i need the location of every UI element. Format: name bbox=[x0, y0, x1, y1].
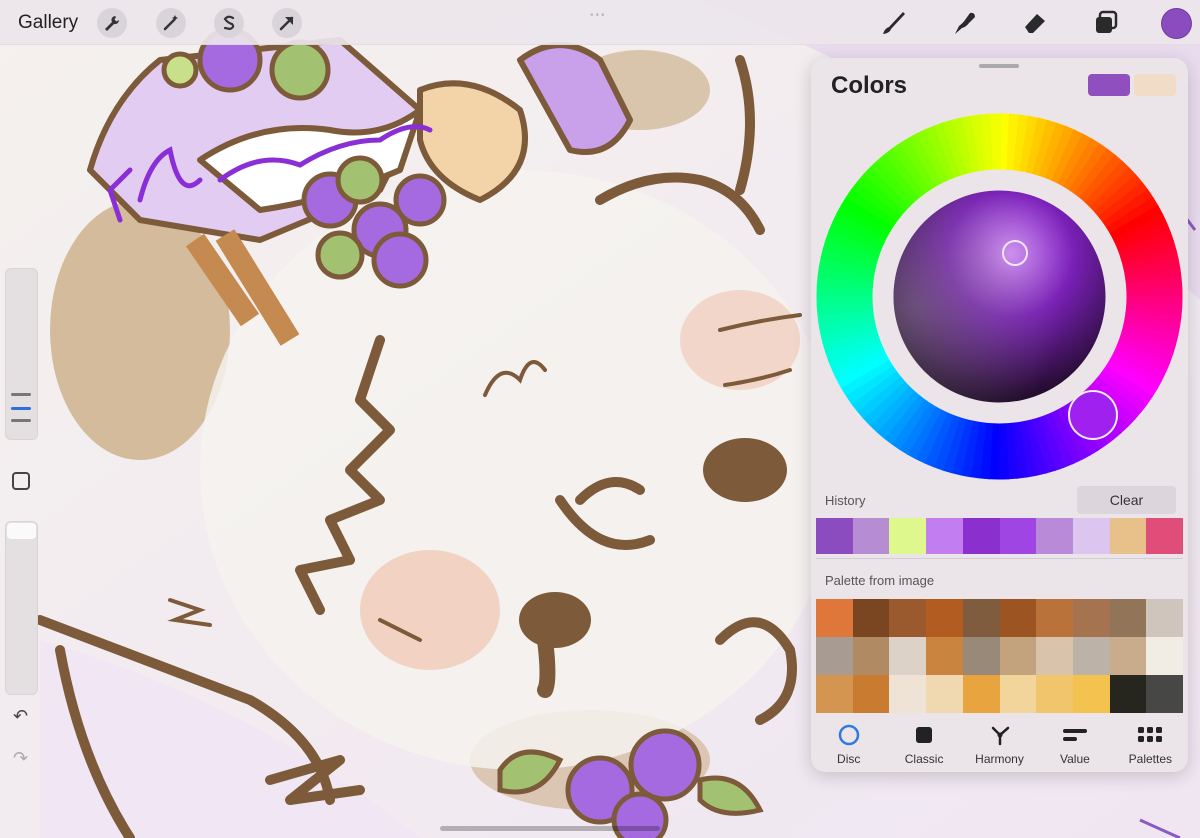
selection-icon[interactable] bbox=[214, 8, 244, 38]
palette-swatch[interactable] bbox=[1072, 599, 1110, 637]
history-swatch[interactable] bbox=[1109, 518, 1147, 554]
history-swatch[interactable] bbox=[999, 518, 1037, 554]
palette-swatch[interactable] bbox=[926, 675, 963, 713]
palette-swatch[interactable] bbox=[816, 637, 853, 675]
palette-swatch[interactable] bbox=[999, 599, 1037, 637]
gallery-button[interactable]: Gallery bbox=[18, 12, 78, 34]
history-swatch[interactable] bbox=[816, 518, 853, 554]
palette-swatch[interactable] bbox=[1072, 637, 1110, 675]
transform-arrow-icon[interactable] bbox=[272, 8, 302, 38]
history-swatch[interactable] bbox=[852, 518, 890, 554]
palette-swatch[interactable] bbox=[926, 599, 963, 637]
palette-swatch[interactable] bbox=[1109, 675, 1147, 713]
tab-disc[interactable]: Disc bbox=[811, 716, 886, 772]
palette-swatch[interactable] bbox=[852, 637, 890, 675]
palette-swatch[interactable] bbox=[889, 637, 927, 675]
palette-swatch[interactable] bbox=[962, 675, 1000, 713]
palette-swatch[interactable] bbox=[852, 599, 890, 637]
section-divider bbox=[816, 558, 1183, 559]
tab-palettes[interactable]: Palettes bbox=[1113, 716, 1188, 772]
palette-swatch[interactable] bbox=[1036, 675, 1073, 713]
tab-label: Disc bbox=[837, 752, 861, 766]
palette-swatch[interactable] bbox=[816, 599, 853, 637]
clear-history-button[interactable]: Clear bbox=[1077, 486, 1176, 514]
previous-color-swatch[interactable] bbox=[1134, 74, 1176, 96]
tab-label: Harmony bbox=[975, 752, 1024, 766]
color-disc[interactable] bbox=[816, 113, 1183, 480]
top-toolbar: Gallery ••• bbox=[0, 0, 1200, 45]
palette-swatch[interactable] bbox=[999, 675, 1037, 713]
palette-swatch[interactable] bbox=[1146, 599, 1183, 637]
palette-label: Palette from image bbox=[825, 573, 935, 588]
history-swatch[interactable] bbox=[1146, 518, 1184, 554]
palettes-grid-icon bbox=[1138, 727, 1163, 742]
tab-value[interactable]: Value bbox=[1037, 716, 1112, 772]
opacity-slider[interactable] bbox=[5, 521, 38, 695]
hue-picker-handle[interactable] bbox=[1068, 390, 1118, 440]
saturation-shade bbox=[893, 190, 1106, 403]
magic-wand-icon[interactable] bbox=[156, 8, 186, 38]
tab-label: Value bbox=[1060, 752, 1090, 766]
history-swatch[interactable] bbox=[962, 518, 1000, 554]
active-color-button[interactable] bbox=[1161, 8, 1192, 39]
palette-swatch[interactable] bbox=[1072, 675, 1110, 713]
tab-classic[interactable]: Classic bbox=[886, 716, 961, 772]
layers-icon[interactable] bbox=[1091, 8, 1121, 38]
palette-swatch[interactable] bbox=[926, 637, 963, 675]
palette-swatch[interactable] bbox=[889, 675, 927, 713]
history-swatch[interactable] bbox=[1072, 518, 1110, 554]
palette-swatch[interactable] bbox=[1036, 637, 1073, 675]
brush-size-slider[interactable] bbox=[5, 268, 38, 440]
palette-swatch[interactable] bbox=[962, 599, 1000, 637]
brush-size-handle[interactable] bbox=[11, 407, 31, 410]
wrench-icon[interactable] bbox=[97, 8, 127, 38]
harmony-icon bbox=[991, 726, 1009, 746]
slider-mark bbox=[11, 419, 31, 422]
slider-mark bbox=[11, 393, 31, 396]
colors-panel: Colors History Clear Palette from image bbox=[811, 58, 1188, 772]
palette-swatch[interactable] bbox=[1109, 599, 1147, 637]
palette-swatch[interactable] bbox=[852, 675, 890, 713]
palette-grid bbox=[816, 599, 1183, 713]
tab-label: Classic bbox=[904, 752, 944, 766]
palette-swatch[interactable] bbox=[1146, 637, 1183, 675]
palette-swatch[interactable] bbox=[999, 637, 1037, 675]
current-color-swatch[interactable] bbox=[1088, 74, 1130, 96]
palette-swatch[interactable] bbox=[962, 637, 1000, 675]
palette-swatch[interactable] bbox=[1036, 599, 1073, 637]
history-label: History bbox=[825, 493, 866, 508]
history-swatches bbox=[816, 518, 1184, 554]
value-bars-icon bbox=[1062, 729, 1087, 741]
brush-icon[interactable] bbox=[879, 8, 909, 38]
smudge-icon[interactable] bbox=[950, 8, 980, 38]
colors-tabbar: Disc Classic Harmony Value Palettes bbox=[811, 716, 1188, 772]
home-indicator bbox=[440, 826, 660, 831]
history-swatch[interactable] bbox=[926, 518, 963, 554]
panel-title: Colors bbox=[831, 72, 908, 99]
tab-label: Palettes bbox=[1128, 752, 1172, 766]
modify-square-icon[interactable] bbox=[12, 472, 30, 490]
redo-icon[interactable]: ↷ bbox=[13, 748, 28, 769]
disc-circle-icon bbox=[838, 724, 859, 746]
classic-square-icon bbox=[916, 727, 933, 743]
left-sidebar: ↶ ↷ bbox=[3, 268, 40, 768]
history-swatch[interactable] bbox=[1036, 518, 1073, 554]
palette-swatch[interactable] bbox=[816, 675, 853, 713]
history-swatch[interactable] bbox=[889, 518, 927, 554]
toolbar-handle: ••• bbox=[590, 10, 607, 21]
undo-icon[interactable]: ↶ bbox=[13, 706, 28, 727]
opacity-handle[interactable] bbox=[7, 523, 36, 539]
panel-grabber[interactable] bbox=[979, 64, 1019, 68]
palette-swatch[interactable] bbox=[1109, 637, 1147, 675]
palette-swatch[interactable] bbox=[889, 599, 927, 637]
eraser-icon[interactable] bbox=[1020, 8, 1050, 38]
palette-swatch[interactable] bbox=[1146, 675, 1183, 713]
tab-harmony[interactable]: Harmony bbox=[962, 716, 1037, 772]
